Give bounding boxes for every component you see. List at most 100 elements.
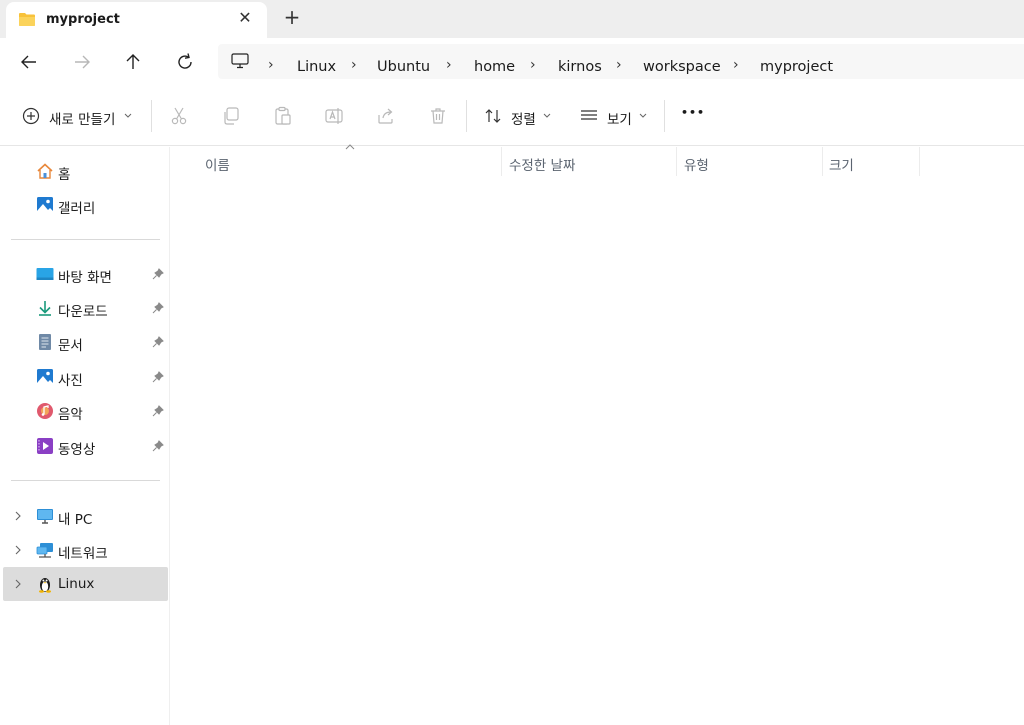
back-arrow-icon[interactable] [17, 50, 41, 74]
pin-icon[interactable] [152, 268, 164, 280]
column-header-type[interactable]: 유형 [684, 154, 709, 174]
column-divider[interactable] [919, 147, 920, 176]
sidebar-item-label: Linux [58, 576, 95, 592]
share-icon[interactable] [376, 106, 396, 126]
chevron-down-icon [543, 113, 551, 118]
column-header-modified[interactable]: 수정한 날짜 [509, 154, 575, 174]
column-divider[interactable] [822, 147, 823, 176]
chevron-right-icon[interactable] [12, 543, 24, 557]
sidebar-item-label: 사진 [58, 373, 83, 389]
sidebar-item-desktop[interactable]: 바탕 화면 [0, 257, 168, 291]
sidebar-item-label: 동영상 [58, 442, 96, 458]
pin-icon[interactable] [152, 302, 164, 314]
paste-icon[interactable] [273, 106, 293, 126]
computer-icon [37, 509, 53, 524]
sidebar-item-label: 홈 [58, 167, 71, 183]
sidebar-item-label: 갤러리 [58, 201, 96, 217]
pin-icon[interactable] [152, 371, 164, 383]
sort-button[interactable]: 정렬 [478, 100, 556, 132]
breadcrumb-home[interactable]: home [474, 59, 515, 75]
breadcrumb-kirnos[interactable]: kirnos [558, 59, 602, 75]
breadcrumb-ubuntu[interactable]: Ubuntu [377, 59, 430, 75]
new-tab-button[interactable]: + [282, 7, 302, 27]
sidebar-item-linux[interactable]: Linux [3, 567, 168, 601]
network-icon [36, 543, 53, 558]
sidebar-item-music[interactable]: 음악 [0, 394, 168, 428]
command-bar: 새로 만들기 정렬 보기 ••• [0, 86, 1024, 146]
tab-myproject[interactable]: myproject ✕ [6, 2, 267, 38]
sidebar-item-pictures[interactable]: 사진 [0, 360, 168, 394]
column-header-size[interactable]: 크기 [829, 154, 854, 174]
sidebar-item-label: 바탕 화면 [58, 270, 112, 286]
chevron-right-icon[interactable] [12, 509, 24, 523]
gallery-icon [37, 197, 53, 213]
sidebar-item-label: 음악 [58, 407, 83, 423]
video-icon [37, 438, 53, 454]
view-label: 보기 [607, 112, 632, 128]
toolbar-divider [466, 100, 467, 132]
refresh-icon[interactable] [173, 50, 197, 74]
sidebar-item-label: 다운로드 [58, 304, 108, 320]
rename-icon[interactable] [324, 106, 344, 126]
sidebar-item-home[interactable]: 홈 [0, 154, 168, 188]
up-arrow-icon[interactable] [121, 50, 145, 74]
sidebar-divider [11, 480, 160, 481]
computer-icon [231, 53, 249, 69]
pin-icon[interactable] [152, 336, 164, 348]
sidebar-item-label: 문서 [58, 338, 83, 354]
cut-icon[interactable] [169, 106, 189, 126]
breadcrumb-myproject[interactable]: myproject [760, 59, 833, 75]
desktop-icon [36, 268, 54, 280]
new-button-label: 새로 만들기 [49, 112, 116, 128]
column-divider[interactable] [501, 147, 502, 176]
navigation-pane: 홈 갤러리 바탕 화면 다운로드 문서 사진 음악 동영상 내 PC 네트워크 … [0, 147, 170, 725]
linux-penguin-icon [39, 578, 51, 593]
file-list-area[interactable] [171, 176, 1024, 725]
address-bar[interactable]: › Linux › Ubuntu › home › kirnos › works… [218, 44, 1024, 79]
sort-label: 정렬 [511, 112, 536, 128]
breadcrumb-separator[interactable]: › [733, 57, 739, 73]
breadcrumb-linux[interactable]: Linux [297, 59, 336, 75]
more-options-button[interactable]: ••• [681, 106, 705, 119]
copy-icon[interactable] [221, 106, 241, 126]
sidebar-item-this-pc[interactable]: 내 PC [0, 499, 168, 533]
sidebar-item-gallery[interactable]: 갤러리 [0, 188, 168, 222]
sidebar-item-label: 내 PC [58, 512, 93, 528]
sort-arrows-icon [485, 109, 501, 123]
sidebar-item-label: 네트워크 [58, 546, 108, 562]
home-icon [37, 163, 53, 179]
pictures-icon [37, 369, 53, 385]
breadcrumb-separator[interactable]: › [268, 57, 274, 73]
toolbar-divider [151, 100, 152, 132]
pin-icon[interactable] [152, 405, 164, 417]
chevron-down-icon [639, 113, 647, 118]
pin-icon[interactable] [152, 440, 164, 452]
column-header-name[interactable]: 이름 [205, 154, 230, 174]
breadcrumb-separator[interactable]: › [351, 57, 357, 73]
sidebar-item-network[interactable]: 네트워크 [0, 533, 168, 567]
sidebar-item-documents[interactable]: 문서 [0, 325, 168, 359]
column-divider[interactable] [676, 147, 677, 176]
toolbar-divider [664, 100, 665, 132]
chevron-right-icon[interactable] [12, 577, 24, 591]
delete-icon[interactable] [428, 106, 448, 126]
folder-icon [19, 13, 35, 26]
sidebar-divider [11, 239, 160, 240]
list-view-icon [581, 110, 597, 120]
breadcrumb-separator[interactable]: › [446, 57, 452, 73]
download-icon [39, 301, 51, 316]
breadcrumb-workspace[interactable]: workspace [643, 59, 721, 75]
sidebar-item-videos[interactable]: 동영상 [0, 429, 168, 463]
address-row: › Linux › Ubuntu › home › kirnos › works… [0, 38, 1024, 86]
chevron-down-icon [124, 113, 132, 118]
breadcrumb-separator[interactable]: › [616, 57, 622, 73]
view-button[interactable]: 보기 [574, 100, 652, 132]
breadcrumb-separator[interactable]: › [530, 57, 536, 73]
tab-title: myproject [46, 12, 120, 27]
plus-circle-icon [22, 107, 40, 125]
music-icon [37, 403, 53, 419]
forward-arrow-icon[interactable] [70, 50, 94, 74]
new-button[interactable]: 새로 만들기 [14, 100, 138, 132]
close-tab-icon[interactable]: ✕ [236, 9, 254, 27]
sidebar-item-downloads[interactable]: 다운로드 [0, 291, 168, 325]
